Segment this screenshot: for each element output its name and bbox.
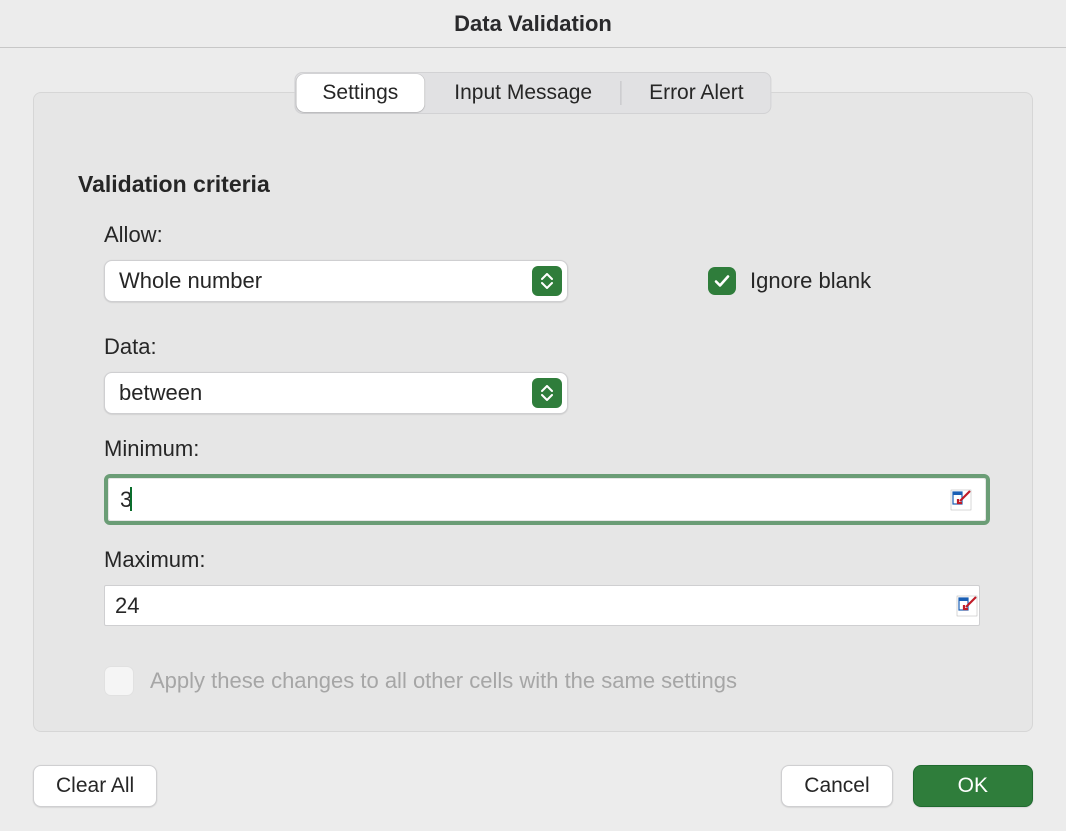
cancel-button[interactable]: Cancel xyxy=(781,765,892,807)
ignore-blank-row: Ignore blank xyxy=(708,267,871,295)
ok-button[interactable]: OK xyxy=(913,765,1033,807)
chevron-up-down-icon xyxy=(532,378,562,408)
data-label: Data: xyxy=(104,334,988,360)
settings-panel: Validation criteria Allow: Whole number … xyxy=(33,92,1033,732)
maximum-input-value: 24 xyxy=(115,593,139,619)
tab-settings-label: Settings xyxy=(322,81,398,105)
apply-all-label: Apply these changes to all other cells w… xyxy=(150,668,737,694)
allow-label: Allow: xyxy=(104,222,988,248)
minimum-input[interactable]: 3 xyxy=(109,479,985,520)
maximum-input[interactable]: 24 xyxy=(104,585,980,626)
chevron-up-down-icon xyxy=(532,266,562,296)
ignore-blank-checkbox[interactable] xyxy=(708,267,736,295)
tab-settings[interactable]: Settings xyxy=(296,74,424,112)
tab-input-message[interactable]: Input Message xyxy=(426,72,620,114)
allow-select[interactable]: Whole number xyxy=(104,260,568,302)
data-select[interactable]: between xyxy=(104,372,568,414)
apply-all-row: Apply these changes to all other cells w… xyxy=(104,666,988,696)
tab-error-alert-label: Error Alert xyxy=(649,81,744,105)
range-selector-icon[interactable] xyxy=(950,489,972,511)
section-heading: Validation criteria xyxy=(78,171,988,198)
range-selector-icon[interactable] xyxy=(956,595,978,617)
clear-all-button[interactable]: Clear All xyxy=(33,765,157,807)
checkmark-icon xyxy=(713,272,731,290)
ignore-blank-label: Ignore blank xyxy=(750,268,871,294)
tab-error-alert[interactable]: Error Alert xyxy=(621,72,772,114)
allow-select-value: Whole number xyxy=(119,268,262,294)
tab-input-message-label: Input Message xyxy=(454,81,592,105)
dialog-footer: Clear All Cancel OK xyxy=(33,765,1033,807)
minimum-label: Minimum: xyxy=(104,436,988,462)
dialog-title-text: Data Validation xyxy=(454,11,612,37)
maximum-label: Maximum: xyxy=(104,547,988,573)
clear-all-label: Clear All xyxy=(56,774,134,798)
maximum-input-wrap: 24 xyxy=(104,585,988,626)
apply-all-checkbox xyxy=(104,666,134,696)
cancel-label: Cancel xyxy=(804,774,869,798)
ok-label: OK xyxy=(958,774,988,798)
data-select-value: between xyxy=(119,380,202,406)
minimum-input-wrap: 3 xyxy=(104,474,990,525)
tab-bar: Settings Input Message Error Alert xyxy=(294,72,771,114)
text-caret xyxy=(130,487,132,511)
dialog-title: Data Validation xyxy=(0,0,1066,48)
